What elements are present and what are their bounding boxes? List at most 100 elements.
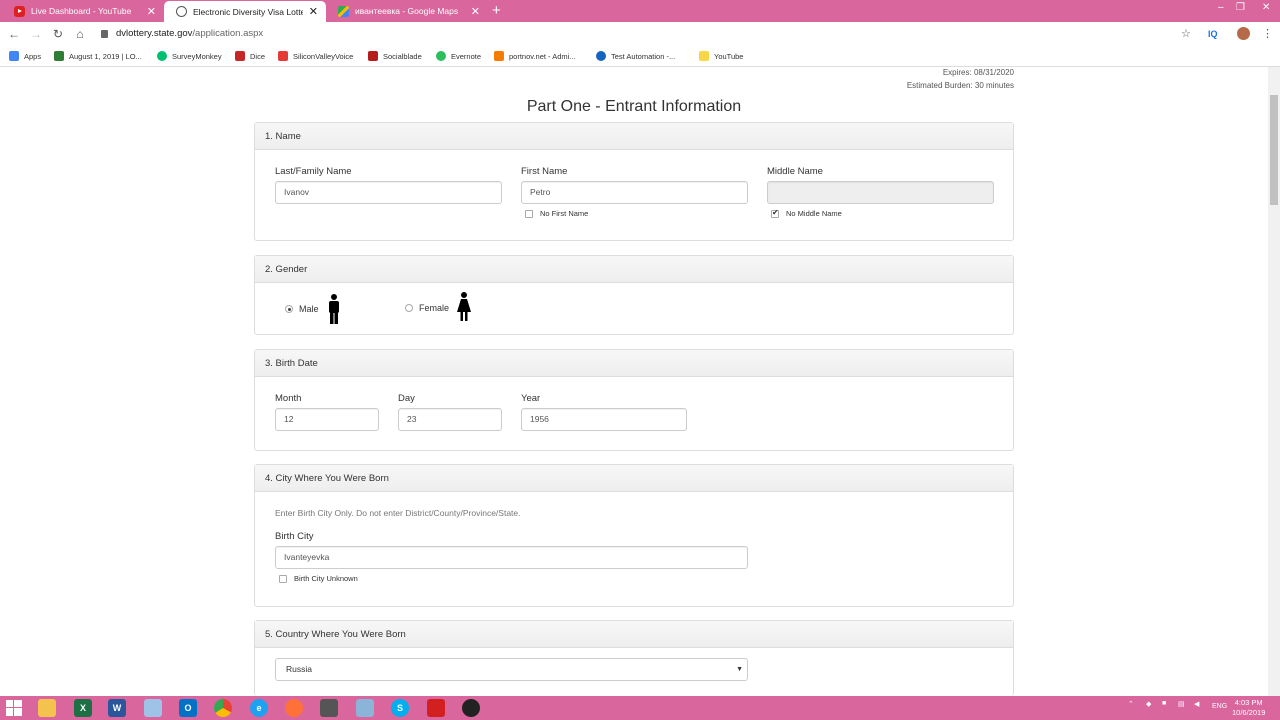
month-field[interactable]: 12 [275,408,379,431]
notepad-icon[interactable] [144,699,162,717]
radio-dot[interactable] [405,304,413,312]
firefox-icon[interactable] [285,699,303,717]
home-icon[interactable]: ⌂ [69,27,91,41]
obs-icon[interactable] [462,699,480,717]
panel-header: 5. Country Where You Were Born [255,621,1013,648]
folder-icon [699,51,709,61]
youtube-icon [278,51,288,61]
bookmark-item[interactable]: Apps [9,51,41,61]
birth-date-panel: 3. Birth Date Month 12 Day 23 Year 1956 [254,349,1014,451]
gender-panel: 2. Gender Male Female [254,255,1014,335]
no-middle-name-checkbox[interactable]: No Middle Name [771,208,842,218]
reload-icon[interactable]: ↻ [47,27,69,41]
scrollbar-thumb[interactable] [1270,95,1278,205]
acrobat-icon[interactable] [427,699,445,717]
tab-close-icon[interactable]: ✕ [309,5,318,18]
address-bar: ← → ↻ ⌂ dvlottery.state.gov/application.… [0,22,1280,45]
language-indicator[interactable]: ENG [1212,703,1227,710]
middle-name-field[interactable] [767,181,994,204]
new-tab-button[interactable]: + [492,2,501,19]
network-icon[interactable]: ▤ [1178,700,1185,708]
outlook-icon[interactable]: O [179,699,197,717]
bookmark-label: portnov.net - Admi... [509,51,576,61]
radio-dot[interactable] [285,305,293,313]
no-middle-name-label: No Middle Name [786,209,842,218]
year-label: Year [521,393,541,404]
female-label: Female [419,303,450,313]
forward-arrow-icon[interactable]: → [25,27,47,41]
volume-icon[interactable]: ◀ [1194,700,1199,708]
bookmark-label: Test Automation -... [611,51,676,61]
word-icon[interactable]: W [108,699,126,717]
bookmark-item[interactable]: August 1, 2019 | LO... [54,51,142,61]
day-label: Day [398,393,415,404]
skype-icon[interactable]: S [391,699,409,717]
minimize-icon[interactable]: ‒ [1218,2,1224,13]
year-field[interactable]: 1956 [521,408,687,431]
page-scrollbar[interactable] [1268,67,1280,696]
windows-start-icon[interactable] [6,700,22,716]
male-label: Male [299,304,319,314]
clock-date: 10/6/2019 [1232,708,1266,717]
star-icon[interactable]: ☆ [1181,27,1191,40]
checkbox-box[interactable] [771,208,779,218]
birth-city-field[interactable]: Ivanteyevka [275,546,748,569]
screen-capture-icon[interactable] [320,699,338,717]
tab-dv-lottery[interactable]: Electronic Diversity Visa Lottery ✕ [164,1,326,22]
window-close-icon[interactable]: ✕ [1262,2,1270,13]
first-name-field[interactable]: Petro [521,181,748,204]
clock-time: 4:03 PM [1234,698,1263,707]
expires-text: Expires: 08/31/2020 [942,68,1014,77]
chrome-icon[interactable] [214,699,232,717]
tab-close-icon[interactable]: ✕ [471,5,480,18]
avatar[interactable] [1237,27,1250,40]
dropbox-icon[interactable]: ◆ [1146,700,1151,708]
bookmark-label: YouTube [714,51,744,61]
birth-city-unknown-checkbox[interactable]: Birth City Unknown [279,574,358,583]
checkbox-box[interactable] [279,574,287,583]
female-person-icon [457,292,472,321]
birth-country-select[interactable]: Russia ▼ [275,658,748,681]
paint-icon[interactable] [356,699,374,717]
last-name-field[interactable]: Ivanov [275,181,502,204]
extension-iq-icon[interactable]: IQ [1208,29,1218,39]
first-name-label: First Name [521,166,568,177]
no-first-name-checkbox[interactable]: No First Name [525,209,588,218]
panel-header: 2. Gender [255,256,1013,283]
back-arrow-icon[interactable]: ← [3,27,25,41]
bookmark-item[interactable]: Socialblade [368,51,422,61]
gender-male-radio[interactable]: Male [285,294,341,324]
tray-arrow-icon[interactable]: ⌃ [1128,700,1134,708]
bookmark-item[interactable]: SurveyMonkey [157,51,222,61]
checkbox-box[interactable] [525,209,533,218]
dice-icon [235,51,245,61]
tab-youtube[interactable]: Live Dashboard - YouTube ✕ [2,0,164,22]
url-path: /application.aspx [192,28,264,39]
birth-city-label: Birth City [275,531,314,542]
excel-icon[interactable]: X [74,699,92,717]
bookmark-item[interactable]: YouTube [699,51,743,61]
gender-female-radio[interactable]: Female [405,292,472,322]
apps-grid-icon [9,51,19,61]
maps-icon [338,5,349,17]
menu-dots-icon[interactable]: ⋮ [1262,27,1273,40]
tray-app-icon[interactable]: ■ [1162,700,1166,707]
restore-icon[interactable]: ❐ [1236,2,1245,13]
day-field[interactable]: 23 [398,408,502,431]
tab-close-icon[interactable]: ✕ [147,5,156,18]
bookmark-label: Evernote [451,51,482,61]
tab-google-maps[interactable]: ивантеевка - Google Maps ✕ [326,0,488,22]
file-explorer-icon[interactable] [38,699,56,717]
internet-explorer-icon[interactable]: e [250,699,268,717]
url-field[interactable]: dvlottery.state.gov/application.aspx [101,28,263,39]
bookmark-item[interactable]: SiliconValleyVoice [278,51,353,61]
bookmark-item[interactable]: Evernote [436,51,481,61]
system-clock[interactable]: 4:03 PM 10/6/2019 [1232,698,1265,718]
bookmark-item[interactable]: Test Automation -... [596,51,675,61]
bookmark-item[interactable]: Dice [235,51,265,61]
no-first-name-label: No First Name [540,209,589,218]
bookmark-item[interactable]: portnov.net - Admi... [494,51,576,61]
tab-title: ивантеевка - Google Maps [355,6,459,16]
bookmark-label: SiliconValleyVoice [293,51,354,61]
name-panel: 1. Name Last/Family Name Ivanov First Na… [254,122,1014,241]
